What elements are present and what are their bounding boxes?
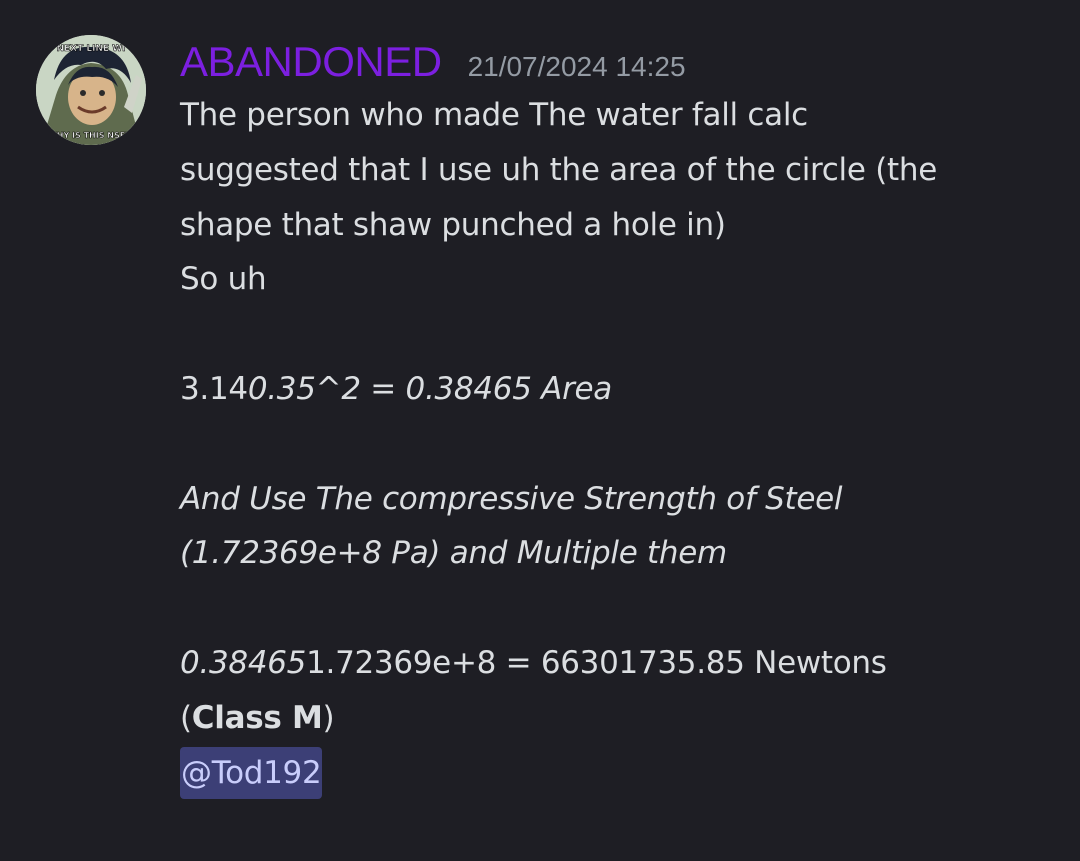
message-line: The person who made The water fall calc <box>180 97 808 133</box>
message-line: (Class M) <box>180 691 1060 746</box>
text-segment: 1.72369e+8 = 66301735.85 Newtons <box>306 644 887 681</box>
message-line: And Use The compressive Strength of Stee… <box>180 480 843 517</box>
user-mention[interactable]: @Tod192 <box>180 746 323 799</box>
message-line: shape that shaw punched a hole in) <box>180 206 726 243</box>
message-timestamp[interactable]: 21/07/2024 14:25 <box>468 51 686 83</box>
bold-segment: Class M <box>191 699 323 736</box>
message-header: ABANDONED 21/07/2024 14:25 <box>180 38 1060 88</box>
text-segment: ( <box>180 699 192 736</box>
message-body: The person who made The water fall calc … <box>180 88 1060 800</box>
message-line: suggested that I use uh the area of the … <box>180 151 937 188</box>
avatar-image: NEXT LINE WI WHY IS THIS NSFW <box>36 35 146 145</box>
message-line: @Tod192 <box>180 746 1060 801</box>
message-line: 0.384651.72369e+8 = 66301735.85 Newtons <box>180 636 1060 691</box>
line-spacer <box>180 581 1060 636</box>
line-spacer <box>180 307 1060 362</box>
italic-segment: 0.38465 <box>180 644 307 681</box>
chat-message: NEXT LINE WI WHY IS THIS NSFW ABANDONED … <box>0 0 1080 861</box>
line-spacer <box>180 417 1060 472</box>
message-content: ABANDONED 21/07/2024 14:25 The person wh… <box>180 38 1060 800</box>
text-segment: 3.14 <box>180 370 248 407</box>
message-line: (1.72369e+8 Pa) and Multiple them <box>180 535 727 572</box>
avatar-caption-bottom: WHY IS THIS NSFW <box>48 131 134 140</box>
author-username[interactable]: ABANDONED <box>180 38 442 86</box>
message-line: 3.140.35^2 = 0.38465 Area <box>180 362 1060 417</box>
text-segment: ) <box>322 699 335 736</box>
message-line: So uh <box>180 261 267 298</box>
avatar-caption-top: NEXT LINE WI <box>56 44 125 54</box>
user-avatar[interactable]: NEXT LINE WI WHY IS THIS NSFW <box>36 35 146 145</box>
italic-segment: 0.35^2 = 0.38465 Area <box>247 370 612 407</box>
